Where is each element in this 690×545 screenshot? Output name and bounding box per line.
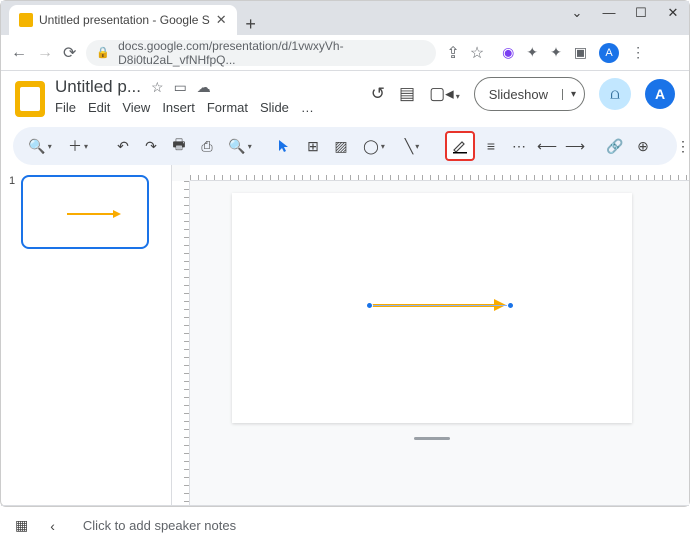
extensions-puzzle-icon[interactable]: ✦ [550, 44, 562, 61]
extension-play-icon[interactable]: ◉ [502, 44, 514, 61]
slides-logo-icon[interactable] [15, 81, 45, 117]
line-color-button[interactable] [445, 131, 475, 161]
maximize-icon[interactable]: ☐ [631, 5, 651, 21]
menu-file[interactable]: File [55, 100, 76, 115]
redo-button[interactable]: ↷ [139, 133, 163, 159]
select-tool-button[interactable] [273, 133, 297, 159]
menu-edit[interactable]: Edit [88, 100, 110, 115]
slide-thumbnail-1[interactable] [21, 175, 149, 249]
browser-menu-icon[interactable]: ⋮ [631, 44, 645, 61]
slideshow-button[interactable]: Slideshow ▾ [474, 77, 585, 111]
line-end-button[interactable]: ⟶ [563, 133, 587, 159]
selection-line [369, 305, 511, 306]
share-person-icon: ⩍ [610, 86, 620, 103]
meet-video-icon[interactable]: ▢◂▾ [429, 84, 460, 104]
text-box-button[interactable]: ⊞ [301, 133, 325, 159]
explore-toggle-icon[interactable]: ‹ [50, 518, 55, 534]
more-tools-button[interactable]: ⋮ [671, 133, 690, 159]
document-title[interactable]: Untitled p... [55, 77, 141, 97]
app-header: Untitled p... ☆ ▭ ☁ File Edit View Inser… [1, 71, 689, 117]
browser-tab[interactable]: Untitled presentation - Google S ✕ [9, 5, 237, 35]
line-dash-button[interactable]: ⋯ [507, 133, 531, 159]
slideshow-dropdown-icon[interactable]: ▾ [562, 89, 584, 100]
share-button[interactable]: ⩍ [599, 78, 631, 110]
slide-canvas[interactable] [232, 193, 632, 423]
account-avatar[interactable]: A [645, 79, 675, 109]
line-weight-button[interactable]: ≡ [479, 133, 503, 159]
selection-handle-end[interactable] [507, 302, 514, 309]
browser-tab-strip: Untitled presentation - Google S ✕ + ⌄ —… [1, 1, 689, 35]
browser-profile-avatar[interactable]: A [599, 43, 619, 63]
horizontal-ruler [190, 165, 689, 181]
vertical-ruler [172, 181, 190, 505]
zoom-button[interactable]: 🔍▾ [223, 133, 257, 159]
close-window-icon[interactable]: ✕ [663, 5, 683, 21]
url-input[interactable]: 🔒 docs.google.com/presentation/d/1vwxyVh… [86, 40, 436, 66]
canvas-area [171, 165, 689, 505]
arrow-shape-selected[interactable] [366, 301, 514, 309]
shape-button[interactable]: ◯▾ [357, 133, 391, 159]
print-button[interactable]: 🖶 [167, 133, 191, 159]
back-icon[interactable]: ← [11, 44, 27, 62]
slide-number: 1 [9, 175, 15, 249]
star-icon[interactable]: ☆ [151, 79, 164, 96]
workspace: 1 [1, 165, 689, 505]
menu-bar: File Edit View Insert Format Slide … [55, 100, 314, 115]
close-tab-icon[interactable]: ✕ [216, 12, 227, 28]
insert-link-button[interactable]: 🔗 [603, 133, 627, 159]
footer-bar: ▦ ‹ Click to add speaker notes [1, 505, 689, 545]
image-button[interactable]: ▨ [329, 133, 353, 159]
menu-format[interactable]: Format [207, 100, 248, 115]
line-button[interactable]: ╲▾ [395, 133, 429, 159]
minimize-icon[interactable]: — [599, 5, 619, 21]
history-icon[interactable]: ↺ [371, 84, 385, 104]
bookmark-icon[interactable]: ☆ [470, 43, 484, 63]
notes-resize-handle[interactable] [414, 437, 450, 440]
search-menu-button[interactable]: 🔍▾ [23, 133, 57, 159]
cloud-status-icon[interactable]: ☁ [197, 79, 211, 96]
grid-view-icon[interactable]: ▦ [15, 517, 28, 534]
slides-favicon [19, 13, 33, 27]
lock-icon: 🔒 [96, 46, 110, 59]
chevron-down-icon[interactable]: ⌄ [567, 5, 587, 21]
url-text: docs.google.com/presentation/d/1vwxyVh-D… [118, 39, 426, 67]
share-url-icon[interactable]: ⇪ [446, 43, 459, 63]
extension-icon[interactable]: ✦ [526, 44, 538, 61]
speaker-notes-input[interactable]: Click to add speaker notes [77, 518, 675, 533]
tab-title: Untitled presentation - Google S [39, 13, 210, 27]
paint-format-button[interactable]: ⎙ [195, 133, 219, 159]
selection-handle-start[interactable] [366, 302, 373, 309]
reload-icon[interactable]: ⟳ [63, 43, 76, 63]
extension-box-icon[interactable]: ▣ [574, 44, 587, 61]
toolbar: 🔍▾ ＋▾ ↶ ↷ 🖶 ⎙ 🔍▾ ⊞ ▨ ◯▾ ╲▾ ≡ ⋯ ⟵ ⟶ 🔗 ⊕ ⋮… [13, 127, 677, 165]
move-folder-icon[interactable]: ▭ [174, 79, 187, 96]
menu-more[interactable]: … [301, 100, 314, 115]
forward-icon[interactable]: → [37, 44, 53, 62]
insert-comment-button[interactable]: ⊕ [631, 133, 655, 159]
undo-button[interactable]: ↶ [111, 133, 135, 159]
new-slide-button[interactable]: ＋▾ [61, 133, 95, 159]
menu-slide[interactable]: Slide [260, 100, 289, 115]
menu-insert[interactable]: Insert [162, 100, 195, 115]
thumbnail-arrow-shape [67, 213, 115, 215]
address-bar: ← → ⟳ 🔒 docs.google.com/presentation/d/1… [1, 35, 689, 71]
line-start-button[interactable]: ⟵ [535, 133, 559, 159]
menu-view[interactable]: View [122, 100, 150, 115]
slide-thumbnails-panel: 1 [1, 165, 171, 505]
new-tab-button[interactable]: + [237, 14, 265, 35]
slideshow-label: Slideshow [475, 87, 562, 102]
window-controls: ⌄ — ☐ ✕ [567, 5, 683, 21]
comments-icon[interactable]: ▤ [399, 84, 415, 104]
